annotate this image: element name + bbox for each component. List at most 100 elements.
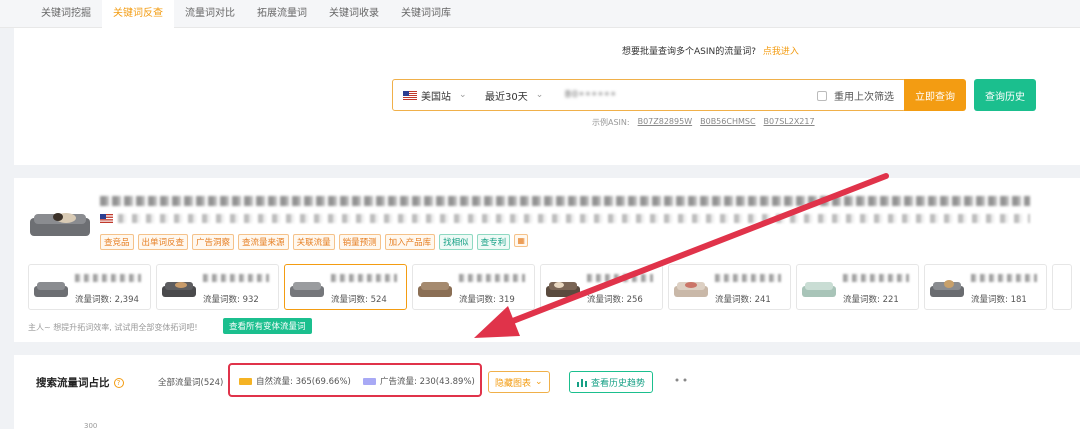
variant-keyword-count: 流量词数: 241 — [715, 295, 771, 305]
variant-keyword-count: 流量词数: 932 — [203, 295, 259, 305]
variant-thumbnail — [546, 282, 580, 297]
variant-title-blurred — [459, 274, 525, 282]
variant-keyword-count: 流量词数: 181 — [971, 295, 1027, 305]
promo-text: 想要批量查询多个ASIN的流量词? — [622, 47, 757, 57]
variant-title-blurred — [971, 274, 1037, 282]
variant-card[interactable]: 流量词数: 932 — [156, 264, 279, 310]
product-action-tags: 查竞品 出单词反查 广告洞察 查流量来源 关联流量 销量预测 加入产品库 找相似… — [100, 234, 529, 250]
tag-check-patent[interactable]: 查专利 — [476, 234, 511, 250]
reuse-filter-option[interactable]: 重用上次筛选 — [817, 88, 894, 103]
tag-competitors[interactable]: 查竞品 — [100, 234, 134, 250]
tab-expand-traffic-keywords[interactable]: 拓展流量词 — [246, 0, 318, 28]
variant-thumbnail — [34, 282, 68, 297]
variant-card[interactable]: 流量词数: 221 — [796, 264, 919, 310]
us-flag-icon — [403, 90, 417, 100]
variant-title-blurred — [331, 274, 397, 282]
variant-card[interactable]: 流量词数: 181 — [924, 264, 1047, 310]
example-asin-link[interactable]: B0B56CHMSC — [700, 117, 755, 128]
history-trend-label: 查看历史趋势 — [591, 378, 646, 389]
variant-keyword-count: 流量词数: 256 — [587, 295, 643, 305]
hide-chart-label: 隐藏图表 — [495, 378, 532, 389]
tab-keyword-reverse-lookup[interactable]: 关键词反查 — [102, 0, 174, 28]
bar-chart-icon — [577, 378, 587, 387]
product-meta-blurred — [118, 214, 1030, 223]
chart-axis-tick: 300 — [84, 422, 98, 429]
search-panel: 想要批量查询多个ASIN的流量词? 点我进入 美国站 ⌄ 最近30天 ⌄ B0•… — [14, 28, 1080, 165]
variant-keyword-count: 流量词数: 2,394 — [75, 295, 139, 305]
batch-promo: 想要批量查询多个ASIN的流量词? 点我进入 — [622, 44, 799, 57]
ad-traffic-legend[interactable]: 广告流量: 230(43.89%) — [363, 375, 475, 387]
chevron-down-icon: ⌄ — [535, 90, 544, 100]
product-panel: 查竞品 出单词反查 广告洞察 查流量来源 关联流量 销量预测 加入产品库 找相似… — [14, 178, 1080, 342]
variant-thumbnail — [290, 282, 324, 297]
ad-swatch — [363, 377, 376, 385]
hide-chart-button[interactable]: 隐藏图表 ⌄ — [488, 371, 550, 393]
variant-card-selected[interactable]: 流量词数: 524 — [284, 264, 407, 310]
history-trend-button[interactable]: 查看历史趋势 — [569, 371, 654, 393]
date-range-value: 最近30天 — [485, 91, 528, 103]
view-all-variants-button[interactable]: 查看所有变体流量词 — [223, 318, 312, 334]
example-asin-link[interactable]: B07SL2X217 — [764, 117, 815, 128]
tag-add-to-library[interactable]: 加入产品库 — [384, 234, 436, 250]
variant-card[interactable]: 流量词数: 256 — [540, 264, 663, 310]
tab-traffic-keyword-compare[interactable]: 流量词对比 — [174, 0, 246, 28]
help-icon[interactable]: ? — [113, 377, 124, 388]
variant-card[interactable]: 流量词数: 2,394 — [28, 264, 151, 310]
variant-hint: 主人~ 想提升拓词效率, 试试用全部变体拓词吧! — [28, 323, 198, 332]
us-flag-icon — [100, 214, 113, 223]
variant-title-blurred — [587, 274, 653, 282]
date-range-select[interactable]: 最近30天 ⌄ — [485, 88, 561, 103]
tab-keyword-library[interactable]: 关键词词库 — [390, 0, 462, 28]
variant-thumbnail — [802, 282, 836, 297]
reuse-filter-checkbox[interactable] — [817, 90, 827, 101]
product-image — [30, 213, 90, 236]
site-select[interactable]: 美国站 ⌄ — [403, 88, 477, 103]
tag-traffic-source[interactable]: 查流量来源 — [238, 234, 289, 250]
tab-bar: 关键词挖掘 关键词反查 流量词对比 拓展流量词 关键词收录 关键词词库 — [0, 0, 1080, 28]
wechat-icon — [669, 372, 701, 395]
variant-keyword-count: 流量词数: 221 — [843, 295, 899, 305]
organic-traffic-label: 自然流量: 365(69.66%) — [256, 377, 351, 387]
tab-keyword-mining[interactable]: 关键词挖掘 — [30, 0, 102, 28]
tag-sales-forecast[interactable]: 销量预测 — [338, 234, 381, 250]
variant-list: 流量词数: 2,394 流量词数: 932 流量词数: 524 流量词数: 31… — [28, 264, 1072, 310]
variant-thumbnail — [418, 282, 452, 297]
organic-traffic-legend[interactable]: 自然流量: 365(69.66%) — [239, 375, 351, 387]
reuse-filter-label: 重用上次筛选 — [834, 92, 894, 103]
tab-keyword-indexing[interactable]: 关键词收录 — [318, 0, 390, 28]
product-title-blurred — [100, 196, 1030, 206]
tag-find-similar[interactable]: 找相似 — [439, 234, 473, 250]
traffic-share-title-text: 搜索流量词占比 — [36, 377, 110, 389]
chevron-down-icon: ⌄ — [459, 90, 467, 100]
traffic-share-title: 搜索流量词占比 ? — [36, 375, 124, 390]
promo-link[interactable]: 点我进入 — [763, 47, 799, 57]
query-button[interactable]: 立即查询 — [904, 79, 966, 111]
organic-swatch — [239, 377, 252, 385]
variant-thumbnail — [162, 282, 196, 297]
asin-search-box: 美国站 ⌄ 最近30天 ⌄ B0•••••• 重用上次筛选 — [392, 79, 906, 111]
tag-ad-insights[interactable]: 广告洞察 — [192, 234, 235, 250]
variant-card[interactable]: 流量词数: 241 — [668, 264, 791, 310]
variant-thumbnail — [930, 280, 964, 297]
variant-thumbnail — [674, 282, 708, 297]
variant-card[interactable] — [1052, 264, 1072, 310]
asin-input[interactable]: B0•••••• — [565, 90, 617, 100]
query-history-button[interactable]: 查询历史 — [974, 79, 1036, 111]
example-asins: 示例ASIN: B07Z82895W B0B56CHMSC B07SL2X217 — [592, 117, 815, 128]
examples-label: 示例ASIN: — [592, 118, 630, 127]
calculator-icon[interactable]: ▦ — [514, 234, 529, 247]
tag-related-traffic[interactable]: 关联流量 — [292, 234, 335, 250]
traffic-legend-highlight: 自然流量: 365(69.66%) 广告流量: 230(43.89%) — [228, 363, 482, 397]
variant-keyword-count: 流量词数: 524 — [331, 295, 387, 305]
variant-title-blurred — [203, 274, 269, 282]
wechat-watermark: 公众号 · 必胜哥的三板斧 — [668, 369, 958, 399]
tag-order-keywords[interactable]: 出单词反查 — [137, 234, 189, 250]
variant-keyword-count: 流量词数: 319 — [459, 295, 515, 305]
all-traffic-keywords[interactable]: 全部流量词(524) — [158, 376, 223, 388]
chevron-down-icon: ⌄ — [535, 377, 543, 387]
watermark-text: 公众号 · 必胜哥的三板斧 — [712, 373, 958, 397]
variant-title-blurred — [843, 274, 909, 282]
variant-title-blurred — [715, 274, 781, 282]
variant-card[interactable]: 流量词数: 319 — [412, 264, 535, 310]
example-asin-link[interactable]: B07Z82895W — [638, 117, 693, 128]
